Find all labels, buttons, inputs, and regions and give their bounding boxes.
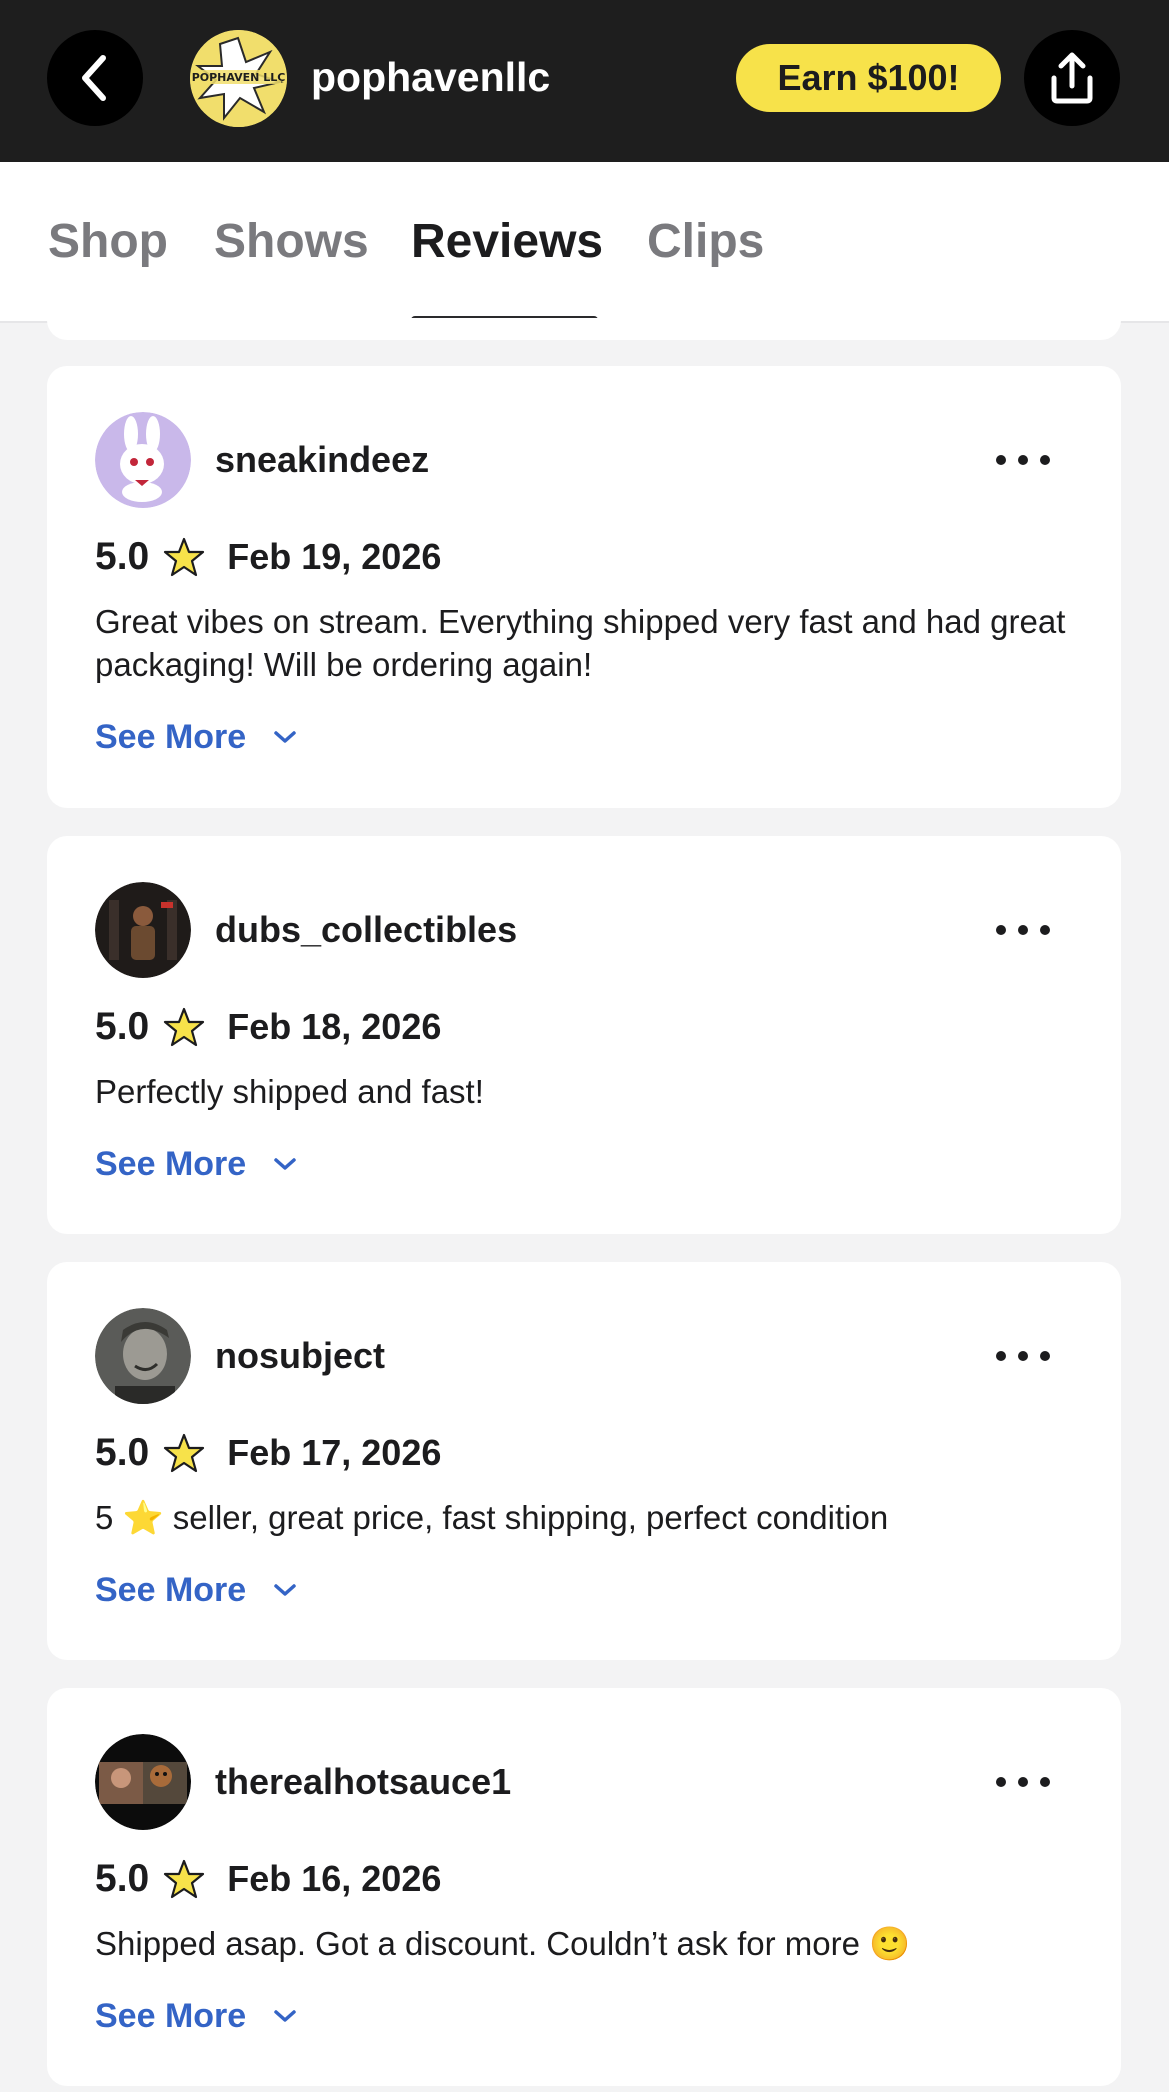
share-button[interactable] bbox=[1024, 30, 1120, 126]
review-card: sneakindeez 5.0 Feb 19, 2026 Great vibes… bbox=[47, 366, 1121, 808]
chevron-down-icon bbox=[272, 2007, 298, 2025]
tab-shop[interactable]: Shop bbox=[48, 212, 168, 272]
more-options-button[interactable] bbox=[987, 914, 1059, 946]
review-card: dubs_collectibles 5.0 Feb 18, 2026 Perfe… bbox=[47, 836, 1121, 1234]
rating-value: 5.0 bbox=[95, 1431, 150, 1474]
top-bar: POPHAVEN LLC pophavenllc Earn $100! bbox=[0, 0, 1169, 162]
review-card: nosubject 5.0 Feb 17, 2026 5 ⭐ seller, g… bbox=[47, 1262, 1121, 1660]
see-more-label: See More bbox=[95, 1997, 247, 2035]
rating-value: 5.0 bbox=[95, 1857, 150, 1900]
more-dots-icon bbox=[996, 1351, 1050, 1361]
rating-row: 5.0 Feb 16, 2026 bbox=[95, 1854, 441, 1904]
review-card: therealhotsauce1 5.0 Feb 16, 2026 Shippe… bbox=[47, 1688, 1121, 2086]
chevron-left-icon bbox=[82, 55, 106, 101]
more-dots-icon bbox=[996, 925, 1050, 935]
star-icon bbox=[163, 1007, 205, 1047]
shop-avatar[interactable]: POPHAVEN LLC bbox=[190, 30, 287, 127]
chevron-down-icon bbox=[272, 728, 298, 746]
review-text: Perfectly shipped and fast! bbox=[95, 1073, 484, 1110]
back-button[interactable] bbox=[47, 30, 143, 126]
tab-clips[interactable]: Clips bbox=[647, 212, 764, 272]
more-options-button[interactable] bbox=[987, 1766, 1059, 1798]
shop-name[interactable]: pophavenllc bbox=[311, 52, 550, 102]
tab-shows[interactable]: Shows bbox=[214, 212, 369, 272]
star-icon bbox=[163, 1433, 205, 1473]
avatar-image bbox=[95, 1308, 191, 1404]
avatar[interactable] bbox=[95, 882, 191, 978]
chevron-down-icon bbox=[272, 1155, 298, 1173]
more-dots-icon bbox=[996, 455, 1050, 465]
svg-text:POPHAVEN LLC: POPHAVEN LLC bbox=[192, 71, 286, 84]
review-text: Great vibes on stream. Everything shippe… bbox=[95, 603, 1066, 683]
see-more-label: See More bbox=[95, 718, 247, 756]
tab-reviews[interactable]: Reviews bbox=[411, 212, 603, 272]
avatar[interactable] bbox=[95, 412, 191, 508]
rating-value: 5.0 bbox=[95, 535, 150, 578]
previous-review-card-edge bbox=[47, 318, 1121, 340]
review-date: Feb 18, 2026 bbox=[227, 1006, 442, 1047]
more-options-button[interactable] bbox=[987, 444, 1059, 476]
see-more-button[interactable]: See More bbox=[95, 1567, 298, 1613]
earn-referral-button[interactable]: Earn $100! bbox=[736, 44, 1001, 112]
avatar-image bbox=[95, 882, 191, 978]
share-icon bbox=[1051, 52, 1093, 104]
see-more-label: See More bbox=[95, 1145, 247, 1183]
shop-logo: POPHAVEN LLC bbox=[190, 30, 287, 127]
review-username[interactable]: sneakindeez bbox=[215, 438, 429, 482]
review-text: 5 ⭐ seller, great price, fast shipping, … bbox=[95, 1499, 889, 1536]
chevron-down-icon bbox=[272, 1581, 298, 1599]
review-date: Feb 16, 2026 bbox=[227, 1858, 442, 1899]
review-date: Feb 19, 2026 bbox=[227, 536, 442, 577]
see-more-label: See More bbox=[95, 1571, 247, 1609]
rating-row: 5.0 Feb 19, 2026 bbox=[95, 532, 441, 582]
review-username[interactable]: nosubject bbox=[215, 1334, 385, 1378]
more-dots-icon bbox=[996, 1777, 1050, 1787]
rating-row: 5.0 Feb 18, 2026 bbox=[95, 1002, 441, 1052]
avatar-image bbox=[95, 412, 191, 508]
star-icon bbox=[163, 1859, 205, 1899]
review-username[interactable]: therealhotsauce1 bbox=[215, 1760, 511, 1804]
see-more-button[interactable]: See More bbox=[95, 1141, 298, 1187]
review-date: Feb 17, 2026 bbox=[227, 1432, 442, 1473]
avatar[interactable] bbox=[95, 1308, 191, 1404]
review-username[interactable]: dubs_collectibles bbox=[215, 908, 517, 952]
tab-bar: Shop Shows Reviews Clips bbox=[0, 162, 1169, 324]
see-more-button[interactable]: See More bbox=[95, 714, 298, 760]
review-text: Shipped asap. Got a discount. Couldn’t a… bbox=[95, 1925, 911, 1962]
more-options-button[interactable] bbox=[987, 1340, 1059, 1372]
avatar-image bbox=[95, 1734, 191, 1830]
rating-row: 5.0 Feb 17, 2026 bbox=[95, 1428, 441, 1478]
rating-value: 5.0 bbox=[95, 1005, 150, 1048]
star-icon bbox=[163, 537, 205, 577]
see-more-button[interactable]: See More bbox=[95, 1993, 298, 2039]
avatar[interactable] bbox=[95, 1734, 191, 1830]
